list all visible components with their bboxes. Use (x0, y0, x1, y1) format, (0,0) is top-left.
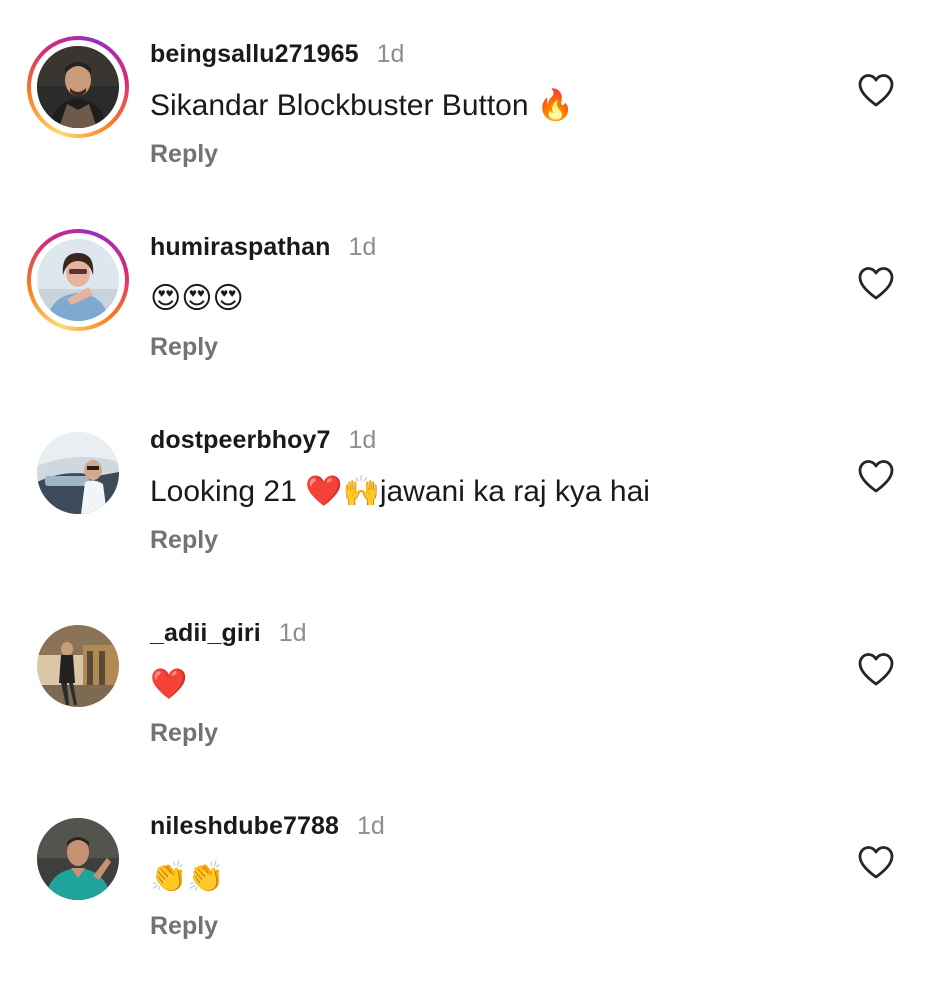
reply-button[interactable]: Reply (150, 140, 218, 169)
heart-outline-icon (858, 653, 894, 686)
avatar-photo-icon (37, 239, 119, 321)
like-button[interactable] (857, 844, 895, 880)
comment-header: dostpeerbhoy7 1d (150, 426, 376, 458)
username[interactable]: beingsallu271965 (150, 40, 359, 69)
avatar[interactable] (37, 239, 119, 321)
avatar-photo-icon (37, 432, 119, 514)
comment-header: beingsallu271965 1d (150, 40, 404, 72)
avatar-story-ring[interactable] (27, 36, 129, 138)
comment-text: 👏👏 (150, 860, 225, 895)
comment-header: humiraspathan 1d (150, 233, 376, 265)
comment-item: beingsallu271965 1d Sikandar Blockbuster… (0, 0, 940, 193)
comment-text: ❤️ (150, 667, 188, 702)
avatar-wrap[interactable] (27, 615, 129, 717)
reply-button[interactable]: Reply (150, 719, 218, 748)
comment-item: _adii_giri 1d ❤️ Reply (0, 579, 940, 772)
like-button[interactable] (857, 265, 895, 301)
avatar[interactable] (37, 432, 119, 514)
comment-header: nileshdube7788 1d (150, 812, 385, 844)
timestamp: 1d (278, 619, 307, 647)
avatar[interactable] (37, 818, 119, 900)
reply-button[interactable]: Reply (150, 333, 218, 362)
timestamp: 1d (376, 40, 405, 68)
like-button[interactable] (857, 458, 895, 494)
heart-outline-icon (858, 460, 894, 493)
like-button[interactable] (857, 651, 895, 687)
avatar-wrap[interactable] (27, 422, 129, 524)
comment-item: nileshdube7788 1d 👏👏 Reply (0, 772, 940, 965)
heart-outline-icon (858, 267, 894, 300)
avatar[interactable] (37, 46, 119, 128)
username[interactable]: humiraspathan (150, 233, 331, 262)
heart-outline-icon (858, 846, 894, 879)
comment-text: Looking 21 ❤️🙌jawani ka raj kya hai (150, 475, 650, 508)
avatar-photo-icon (37, 46, 119, 128)
heart-outline-icon (858, 74, 894, 107)
timestamp: 1d (348, 233, 377, 261)
avatar-wrap[interactable] (27, 808, 129, 910)
avatar[interactable] (37, 625, 119, 707)
comment-text: 😍😍😍 (150, 281, 244, 316)
comment-item: humiraspathan 1d 😍😍😍 Reply (0, 193, 940, 386)
avatar-story-ring[interactable] (27, 229, 129, 331)
username[interactable]: nileshdube7788 (150, 812, 339, 841)
timestamp: 1d (356, 812, 385, 840)
comment-item: dostpeerbhoy7 1d Looking 21 ❤️🙌jawani ka… (0, 386, 940, 579)
username[interactable]: _adii_giri (150, 619, 261, 648)
comment-list: beingsallu271965 1d Sikandar Blockbuster… (0, 0, 940, 983)
username[interactable]: dostpeerbhoy7 (150, 426, 331, 455)
timestamp: 1d (348, 426, 377, 454)
like-button[interactable] (857, 72, 895, 108)
comment-text: Sikandar Blockbuster Button 🔥 (150, 89, 575, 122)
avatar-photo-icon (37, 818, 119, 900)
reply-button[interactable]: Reply (150, 912, 218, 941)
comment-header: _adii_giri 1d (150, 619, 307, 651)
reply-button[interactable]: Reply (150, 526, 218, 555)
avatar-photo-icon (37, 625, 119, 707)
